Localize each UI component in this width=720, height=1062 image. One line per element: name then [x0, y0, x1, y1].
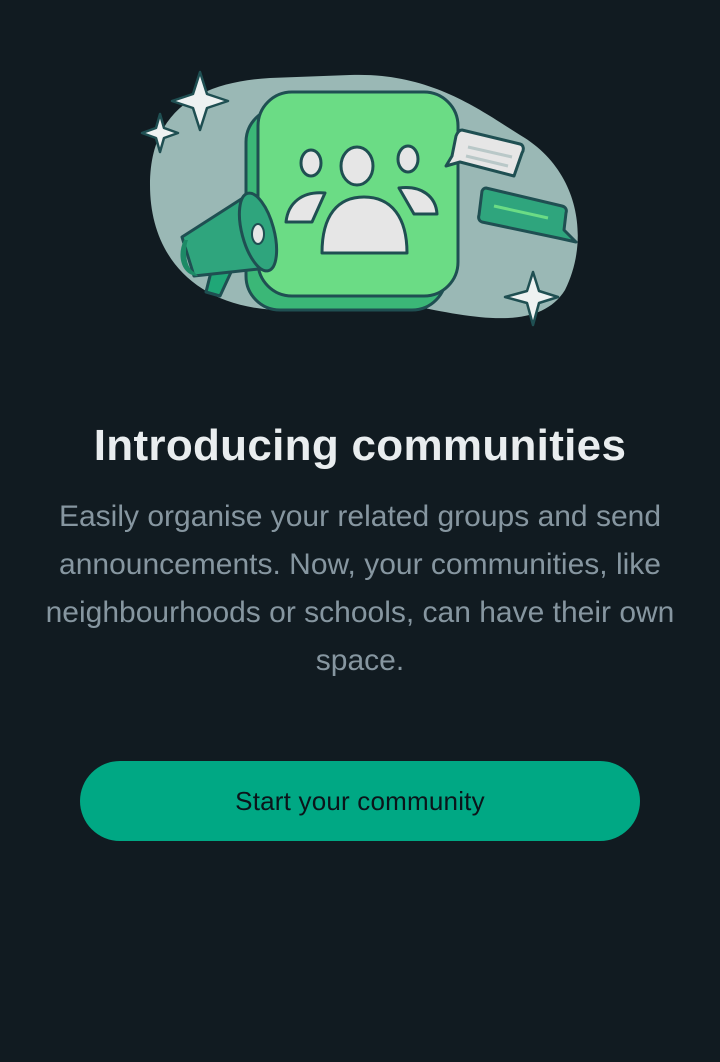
page-title: Introducing communities [93, 421, 627, 470]
community-group-icon [244, 90, 460, 312]
communities-illustration [140, 70, 578, 327]
intro-description: Easily organise your related groups and … [45, 500, 675, 677]
start-community-button[interactable]: Start your community [80, 761, 640, 841]
